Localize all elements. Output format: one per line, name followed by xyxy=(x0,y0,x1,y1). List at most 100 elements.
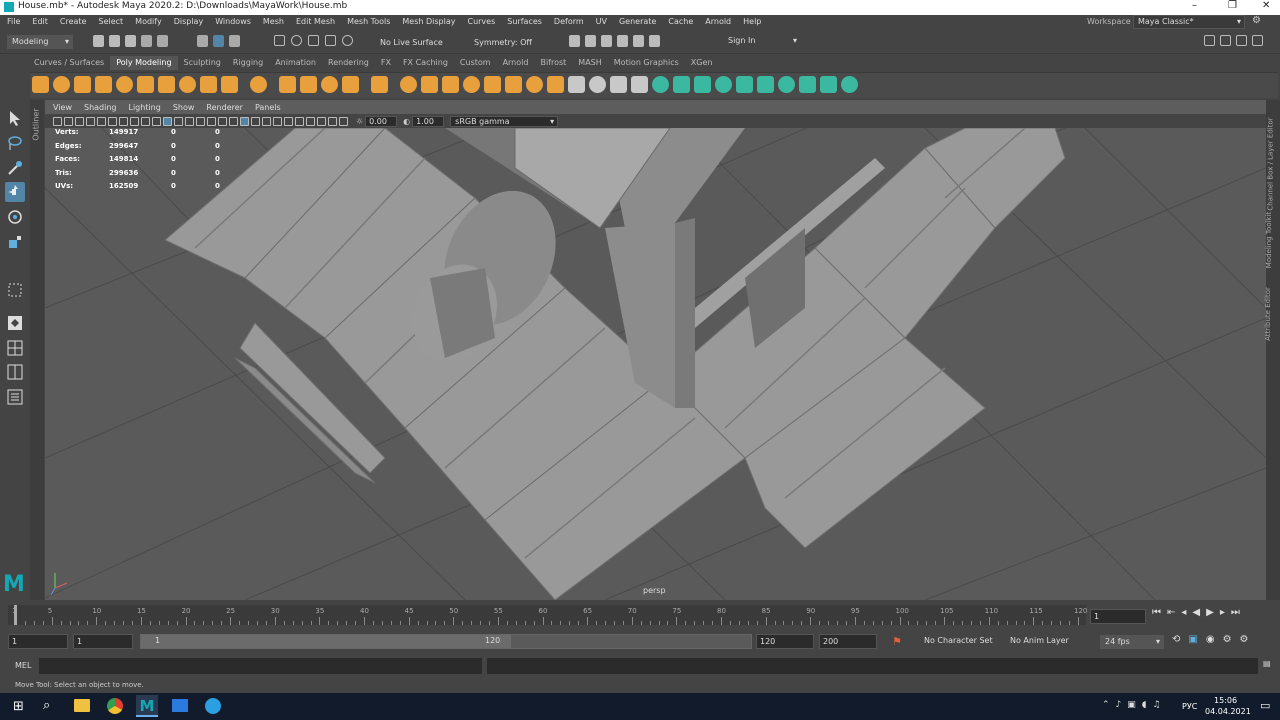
panel-menu-lighting[interactable]: Lighting xyxy=(122,102,166,113)
mail-icon[interactable] xyxy=(172,699,188,712)
snap-live-icon[interactable] xyxy=(342,35,353,46)
go-to-start-icon[interactable]: ⏮ xyxy=(1152,607,1161,618)
uv-editor-icon[interactable] xyxy=(736,76,753,93)
anim-prefs-icon[interactable]: ⚙ xyxy=(1223,634,1232,645)
unfold-uv-icon[interactable] xyxy=(841,76,858,93)
range-bar[interactable]: 1 120 xyxy=(140,634,752,649)
poly-cylinder-icon[interactable] xyxy=(74,76,91,93)
shelf-tab-motion-graphics[interactable]: Motion Graphics xyxy=(608,56,685,70)
shelf-tab-poly-modeling[interactable]: Poly Modeling xyxy=(110,56,178,70)
sweep-mesh-icon[interactable] xyxy=(279,76,296,93)
save-scene-icon[interactable] xyxy=(125,35,136,47)
select-component-icon[interactable] xyxy=(229,35,240,47)
exposure-field[interactable]: 0.00 xyxy=(365,115,398,127)
viewport-scene[interactable]: persp xyxy=(45,128,1266,600)
playback-start-field[interactable]: 1 xyxy=(73,634,133,649)
poly-sphere-icon[interactable] xyxy=(32,76,49,93)
playback-settings-icon[interactable]: ⚙ xyxy=(1240,634,1249,645)
cut-uv-icon[interactable] xyxy=(778,76,795,93)
poly-cube-icon[interactable] xyxy=(53,76,70,93)
sphere-mirror-icon[interactable] xyxy=(300,76,317,93)
menu-windows[interactable]: Windows xyxy=(209,15,257,28)
audio-icon[interactable]: ◉ xyxy=(1206,634,1215,645)
select-tool-icon[interactable] xyxy=(5,108,25,128)
fps-dropdown[interactable]: 24 fps ▾ xyxy=(1100,635,1164,649)
wireframe-icon[interactable] xyxy=(130,116,139,126)
notifications-icon[interactable]: ▭ xyxy=(1260,699,1270,712)
bevel-icon[interactable] xyxy=(652,76,669,93)
extrude-icon[interactable] xyxy=(673,76,690,93)
search-icon[interactable]: ⌕ xyxy=(43,698,50,713)
remesh-icon[interactable] xyxy=(442,76,459,93)
combine-icon[interactable] xyxy=(321,76,338,93)
single-perspective-layout-icon[interactable] xyxy=(5,313,25,333)
live-surface-label[interactable]: No Live Surface xyxy=(380,38,443,47)
menu-mesh-tools[interactable]: Mesh Tools xyxy=(341,15,396,28)
shelf-tab-rendering[interactable]: Rendering xyxy=(322,56,375,70)
append-icon[interactable] xyxy=(568,76,585,93)
xray-active-icon[interactable] xyxy=(273,116,282,126)
sew-uv-icon[interactable] xyxy=(799,76,816,93)
key-icon[interactable]: ▣ xyxy=(1188,634,1197,645)
character-set-dropdown[interactable]: No Character Set xyxy=(920,635,1002,649)
bookmark-icon[interactable] xyxy=(75,116,84,126)
script-editor-icon[interactable]: ▤ xyxy=(1263,659,1271,668)
shelf-tab-arnold[interactable]: Arnold xyxy=(497,56,535,70)
render-frame-icon[interactable] xyxy=(569,35,580,47)
render-icons[interactable] xyxy=(568,35,661,47)
panel-menu-shading[interactable]: Shading xyxy=(78,102,123,113)
shelf-tab-curves-surfaces[interactable]: Curves / Surfaces xyxy=(28,56,110,70)
reduce-icon[interactable] xyxy=(400,76,417,93)
menu-uv[interactable]: UV xyxy=(590,15,613,28)
sign-in-dropdown[interactable]: Sign In ▾ xyxy=(724,35,800,49)
clock-time[interactable]: 15:06 xyxy=(1214,696,1237,705)
shelf-tab-animation[interactable]: Animation xyxy=(269,56,322,70)
use-all-lights-icon[interactable] xyxy=(174,116,183,126)
new-scene-icon[interactable] xyxy=(93,35,104,47)
safe-action-icon[interactable] xyxy=(328,116,337,126)
wire-on-shaded-icon[interactable] xyxy=(152,116,161,126)
play-backward-icon[interactable]: ◀ xyxy=(1192,607,1200,618)
ipr-render-icon[interactable] xyxy=(585,35,596,47)
edge-flow-icon[interactable] xyxy=(694,76,711,93)
outliner-tab[interactable]: Outliner xyxy=(30,100,44,600)
playback-end-field[interactable]: 120 xyxy=(756,634,814,649)
step-back-frame-icon[interactable]: ◂ xyxy=(1181,607,1186,618)
merge-icon[interactable] xyxy=(715,76,732,93)
range-extra-icons[interactable]: ⟲ ▣ ◉ ⚙ ⚙ xyxy=(1172,634,1249,645)
select-hierarchy-icon[interactable] xyxy=(197,35,208,47)
grease-pencil-icon[interactable] xyxy=(108,116,117,126)
file-explorer-icon[interactable] xyxy=(74,699,90,712)
image-plane-icon[interactable] xyxy=(86,116,95,126)
shelf-tab-xgen[interactable]: XGen xyxy=(685,56,719,70)
poly-torus-icon[interactable] xyxy=(116,76,133,93)
current-frame-field[interactable]: 1 xyxy=(1090,609,1146,624)
maximize-button[interactable]: ❐ xyxy=(1228,0,1237,11)
toggle-tool-settings-icon[interactable] xyxy=(1236,35,1247,46)
textured-icon[interactable] xyxy=(163,116,172,126)
outliner-layout-icon[interactable] xyxy=(5,387,25,407)
panel-menu-panels[interactable]: Panels xyxy=(249,102,287,113)
mel-label[interactable]: MEL xyxy=(15,661,31,670)
grid-icon[interactable] xyxy=(119,116,128,126)
time-slider[interactable]: 1510152025303540455055606570758085909510… xyxy=(0,601,1280,629)
shelf-tab-bifrost[interactable]: Bifrost xyxy=(534,56,572,70)
step-back-key-icon[interactable]: ⇤ xyxy=(1167,607,1175,618)
fill-hole-icon[interactable] xyxy=(526,76,543,93)
camera-select-icon[interactable] xyxy=(53,116,62,126)
snap-grid-icon[interactable] xyxy=(274,35,285,46)
rotate-tool-icon[interactable] xyxy=(5,207,25,227)
paint-select-tool-icon[interactable] xyxy=(5,158,25,178)
current-time-marker[interactable] xyxy=(14,605,17,625)
resolution-gate-icon[interactable] xyxy=(295,116,304,126)
playback-controls[interactable]: ⏮ ⇤ ◂ ◀ ▶ ▸ ⏭ xyxy=(1152,607,1240,618)
retopo-icon[interactable] xyxy=(463,76,480,93)
attribute-editor-tab[interactable]: Attribute Editor xyxy=(1264,287,1272,341)
mirror-icon[interactable] xyxy=(484,76,501,93)
shelf-tab-sculpting[interactable]: Sculpting xyxy=(178,56,227,70)
select-object-icon[interactable] xyxy=(213,35,224,47)
shelf-tab-fx[interactable]: FX xyxy=(375,56,397,70)
symmetry-label[interactable]: Symmetry: Off xyxy=(474,38,532,47)
close-button[interactable]: ✕ xyxy=(1262,0,1270,11)
camera-attributes-icon[interactable] xyxy=(64,116,73,126)
